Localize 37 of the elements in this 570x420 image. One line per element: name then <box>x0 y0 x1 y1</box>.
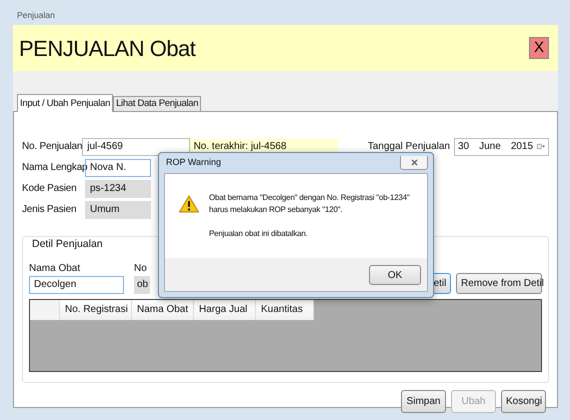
dialog-title: ROP Warning <box>166 156 222 170</box>
field-label: No. Penjualan <box>22 140 82 154</box>
calendar-icon[interactable] <box>537 142 545 151</box>
close-button[interactable] <box>400 156 428 170</box>
text-field[interactable]: ob <box>134 276 150 294</box>
text-field[interactable]: Nova N. <box>85 158 151 176</box>
tab[interactable]: Lihat Data Penjualan <box>113 96 202 111</box>
field-label: Jenis Pasien <box>22 203 78 217</box>
dialog-message: Obat bernama "Decolgen" dengan No. Registrasi "ob-1234" harus melakukan ROP sebanyak "120". <box>209 192 410 216</box>
action-button[interactable]: Kosongi <box>501 390 546 413</box>
ok-button[interactable]: OK <box>369 264 421 284</box>
close-button[interactable]: X <box>529 37 549 59</box>
field-label: Tanggal Penjualan <box>368 140 450 154</box>
date-year: 2015 <box>510 140 534 154</box>
field-label: Nama Obat <box>29 262 82 276</box>
page-heading: PENJUALAN Obat <box>19 34 196 62</box>
text-field[interactable]: Umum <box>85 200 151 218</box>
dialog-note: Penjualan obat ini dibatalkan. <box>209 228 309 240</box>
date-field[interactable]: 30 June 2015 <box>454 138 549 156</box>
field-label: No <box>134 262 148 276</box>
text-field[interactable]: ps-1234 <box>85 180 151 198</box>
tab[interactable]: Input / Ubah Penjualan <box>17 94 114 112</box>
column-header[interactable]: Kuantitas <box>256 300 314 320</box>
grid-corner-cell <box>30 300 60 320</box>
text-field[interactable]: Decolgen <box>29 276 124 294</box>
date-day: 30 <box>458 139 470 154</box>
field-label: Kode Pasien <box>22 182 78 196</box>
field-label: Nama Lengkap <box>22 161 85 175</box>
warning-icon <box>179 195 199 213</box>
detail-button[interactable]: Remove from Detil <box>456 272 542 294</box>
column-header[interactable]: Nama Obat <box>132 300 194 320</box>
date-month: June <box>479 140 501 154</box>
window-title: Penjualan <box>16 9 56 22</box>
column-header[interactable]: Harga Jual <box>194 300 256 320</box>
close-icon <box>410 159 418 166</box>
column-header[interactable]: No. Registrasi <box>60 300 132 320</box>
action-button[interactable]: Simpan <box>401 390 446 413</box>
